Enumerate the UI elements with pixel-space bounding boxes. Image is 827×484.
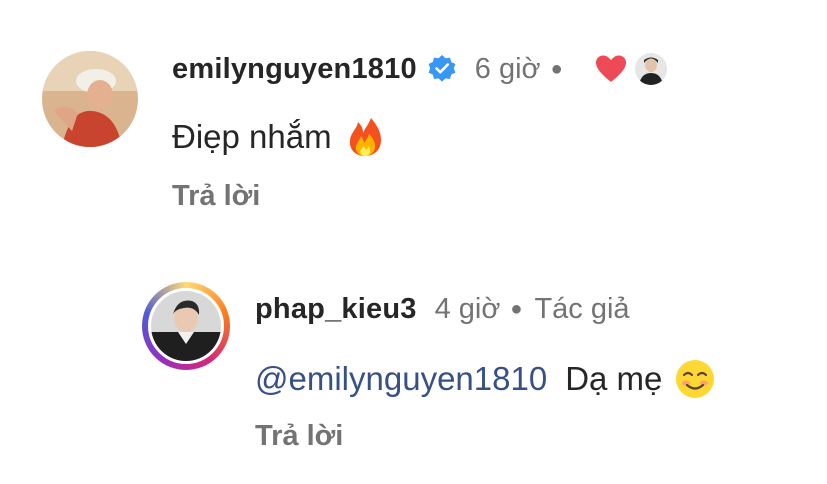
reply-header: phap_kieu3 4 giờ ● Tác giả	[255, 290, 630, 328]
username[interactable]: emilynguyen1810	[172, 53, 417, 86]
smiling-emoji-icon	[674, 358, 716, 400]
separator-dot: ●	[510, 297, 523, 320]
replier-avatar[interactable]	[148, 288, 224, 364]
comment-time: 4 giờ	[434, 292, 501, 325]
reply-text-row: @emilynguyen1810 Dạ mẹ	[255, 356, 716, 402]
separator-dot: ●	[550, 57, 563, 80]
comment-item: emilynguyen1810 6 giờ ● Điẹp nhắm Trả lờ…	[0, 0, 827, 240]
fire-emoji-icon	[344, 116, 386, 158]
heart-icon	[595, 54, 627, 84]
comment-text-row: Điẹp nhắm	[172, 114, 386, 160]
mention-link[interactable]: @emilynguyen1810	[255, 360, 547, 398]
author-mini-avatar	[634, 53, 667, 85]
comment-header: emilynguyen1810 6 giờ ●	[172, 50, 667, 88]
commenter-avatar[interactable]	[42, 51, 138, 147]
author-badge: Tác giả	[534, 292, 630, 325]
comment-text: Dạ mẹ	[565, 360, 663, 397]
verified-badge-icon	[427, 54, 457, 84]
comment-text: Điẹp nhắm	[172, 118, 332, 155]
comment-time: 6 giờ	[474, 52, 541, 85]
reply-button[interactable]: Trả lời	[255, 420, 343, 453]
username[interactable]: phap_kieu3	[255, 293, 417, 326]
story-ring[interactable]	[142, 282, 230, 370]
reply-button[interactable]: Trả lời	[172, 180, 260, 213]
